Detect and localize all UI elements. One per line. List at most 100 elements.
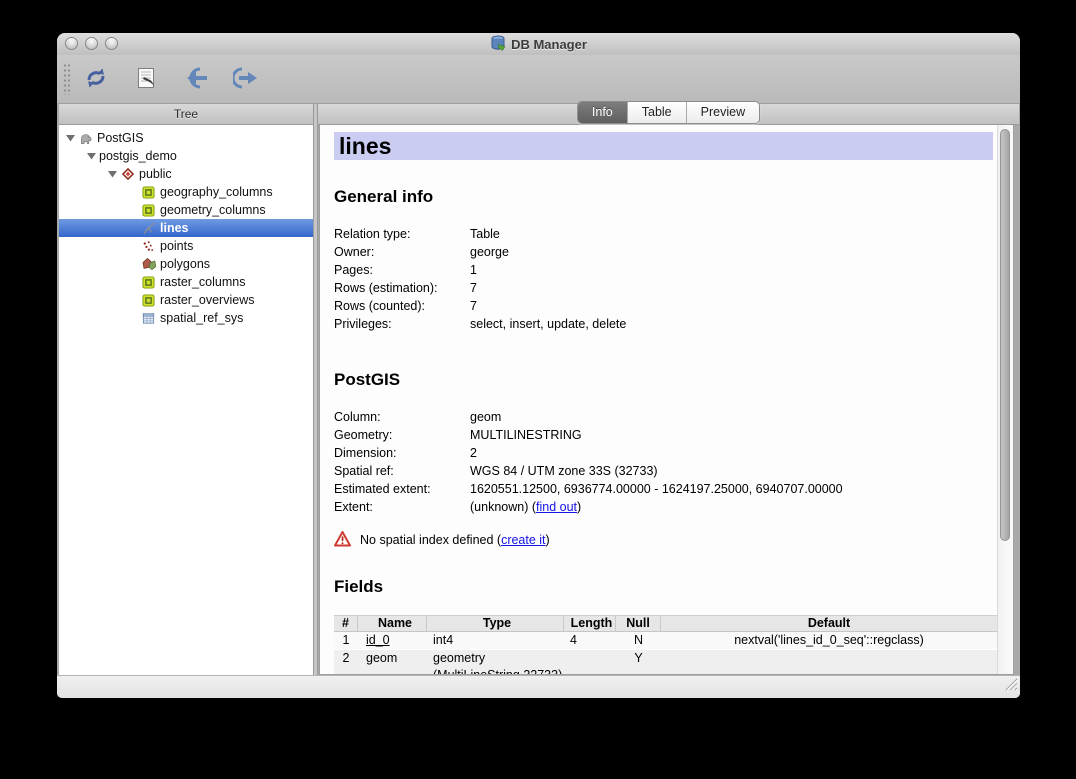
tree-item-label: lines xyxy=(160,221,193,235)
refresh-button[interactable] xyxy=(80,63,112,95)
info-label: Privileges: xyxy=(334,315,470,333)
fields-column-header: Type xyxy=(427,616,564,631)
tab-info[interactable]: Info xyxy=(578,102,628,123)
refresh-icon xyxy=(84,66,108,93)
titlebar[interactable]: DB Manager xyxy=(57,33,1020,55)
info-row: Relation type:Table xyxy=(334,225,993,243)
fields-heading: Fields xyxy=(334,576,993,597)
tree-item-geometry_columns[interactable]: geometry_columns xyxy=(59,201,313,219)
window-title-area: DB Manager xyxy=(490,35,587,54)
info-value: 7 xyxy=(470,297,993,315)
window-title: DB Manager xyxy=(511,37,587,52)
general-info-rows: Relation type:TableOwner:georgePages:1 Ro… xyxy=(334,225,993,333)
info-value: 7 xyxy=(470,279,993,297)
fields-table-cell: id_0 xyxy=(358,632,427,649)
fields-table-cell: 2 xyxy=(334,650,358,674)
fields-table-cell: Y xyxy=(616,650,661,674)
info-row: Owner:george xyxy=(334,243,993,261)
tab-preview[interactable]: Preview xyxy=(687,102,759,123)
fields-table-cell: int4 xyxy=(427,632,564,649)
sql-window-button[interactable] xyxy=(130,63,162,95)
info-value: 1620551.12500, 6936774.00000 - 1624197.2… xyxy=(470,480,993,498)
info-row: Extent:(unknown) (find out) xyxy=(334,498,993,516)
fields-table-cell: nextval('lines_id_0_seq'::regclass) xyxy=(661,632,997,649)
fields-table-cell: N xyxy=(616,632,661,649)
import-layer-button[interactable] xyxy=(180,63,212,95)
find-out-link[interactable]: find out xyxy=(536,500,577,514)
fields-column-header: Null xyxy=(616,616,661,631)
sql-window-icon xyxy=(136,67,156,92)
tree-item-polygons[interactable]: polygons xyxy=(59,255,313,273)
main-area: Tree PostGIS postgis_demopublic geography_… xyxy=(57,104,1020,675)
fields-table-cell xyxy=(564,650,616,674)
postgis-rows: Column:geomGeometry:MULTILINESTRINGDimen… xyxy=(334,408,993,516)
tree-item-raster_overviews[interactable]: raster_overviews xyxy=(59,291,313,309)
db-manager-window: DB Manager Tree PostGIS postgis_demopubli… xyxy=(57,33,1020,698)
detail-panel: InfoTablePreview lines General info Rela… xyxy=(318,104,1018,675)
postgis-heading: PostGIS xyxy=(334,369,993,390)
spatial-index-warning: No spatial index defined (create it) xyxy=(334,530,993,550)
postgis-elephant-icon xyxy=(78,131,93,145)
tree-item-raster_columns[interactable]: raster_columns xyxy=(59,273,313,291)
tree-item-label: PostGIS xyxy=(97,131,148,145)
disclosure-triangle-icon[interactable] xyxy=(63,134,78,142)
tree-item-label: raster_overviews xyxy=(160,293,258,307)
fields-table-cell: 1 xyxy=(334,632,358,649)
points-geometry-icon xyxy=(141,240,156,253)
info-label: Pages: xyxy=(334,261,470,279)
info-value: (unknown) (find out) xyxy=(470,498,993,516)
table-plain-icon xyxy=(141,312,156,325)
fields-table-cell: 4 xyxy=(564,632,616,649)
tree-panel: Tree PostGIS postgis_demopublic geography_… xyxy=(59,104,314,675)
tree-item-spatial_ref_sys[interactable]: spatial_ref_sys xyxy=(59,309,313,327)
info-value: MULTILINESTRING xyxy=(470,426,993,444)
export-layer-button[interactable] xyxy=(230,63,262,95)
tree-item-geography_columns[interactable]: geography_columns xyxy=(59,183,313,201)
db-manager-app-icon xyxy=(490,35,506,54)
warning-triangle-icon xyxy=(334,531,351,550)
tab-table[interactable]: Table xyxy=(628,102,687,123)
info-row: Privileges:select, insert, update, delet… xyxy=(334,315,993,333)
tab-control: InfoTablePreview xyxy=(577,101,760,124)
tree-item-label: public xyxy=(139,167,176,181)
info-label: Rows (counted): xyxy=(334,297,470,315)
tree-item-label: polygons xyxy=(160,257,214,271)
scrollbar-thumb[interactable] xyxy=(1000,129,1010,541)
info-row: Column:geom xyxy=(334,408,993,426)
tree-item-label: raster_columns xyxy=(160,275,249,289)
export-arrow-icon xyxy=(233,67,259,92)
fields-table-cell: geom xyxy=(358,650,427,674)
tree-panel-title: Tree xyxy=(174,107,198,121)
table-green-icon xyxy=(141,294,156,307)
disclosure-triangle-icon[interactable] xyxy=(84,152,99,160)
info-row: Pages:1 xyxy=(334,261,993,279)
info-row: Geometry:MULTILINESTRING xyxy=(334,426,993,444)
tab-bar: InfoTablePreview xyxy=(318,104,1019,125)
info-label: Geometry: xyxy=(334,426,470,444)
tree-item-public[interactable]: public xyxy=(59,165,313,183)
tree-item-points[interactable]: points xyxy=(59,237,313,255)
info-label: Dimension: xyxy=(334,444,470,462)
tree-list: PostGIS postgis_demopublic geography_colum… xyxy=(59,125,313,675)
toolbar-drag-handle[interactable] xyxy=(63,63,70,95)
fields-table-row: 2geomgeometry (MultiLineString,32733)Y xyxy=(334,650,997,674)
tree-item-label: postgis_demo xyxy=(99,149,181,163)
create-it-link[interactable]: create it xyxy=(501,533,545,547)
minimize-button[interactable] xyxy=(85,37,98,50)
vertical-scrollbar[interactable] xyxy=(997,125,1013,674)
disclosure-triangle-icon[interactable] xyxy=(105,170,120,178)
tree-item-label: geometry_columns xyxy=(160,203,270,217)
tree-item-lines[interactable]: lines xyxy=(59,219,313,237)
info-value: WGS 84 / UTM zone 33S (32733) xyxy=(470,462,993,480)
tree-item-PostGIS[interactable]: PostGIS xyxy=(59,129,313,147)
zoom-button[interactable] xyxy=(105,37,118,50)
info-row: Rows (counted):7 xyxy=(334,297,993,315)
info-value: geom xyxy=(470,408,993,426)
resize-grip-icon[interactable] xyxy=(1004,677,1018,696)
close-button[interactable] xyxy=(65,37,78,50)
info-label: Estimated extent: xyxy=(334,480,470,498)
tree-item-postgis_demo[interactable]: postgis_demo xyxy=(59,147,313,165)
info-value: 2 xyxy=(470,444,993,462)
info-label: Relation type: xyxy=(334,225,470,243)
general-info-heading: General info xyxy=(334,186,993,207)
